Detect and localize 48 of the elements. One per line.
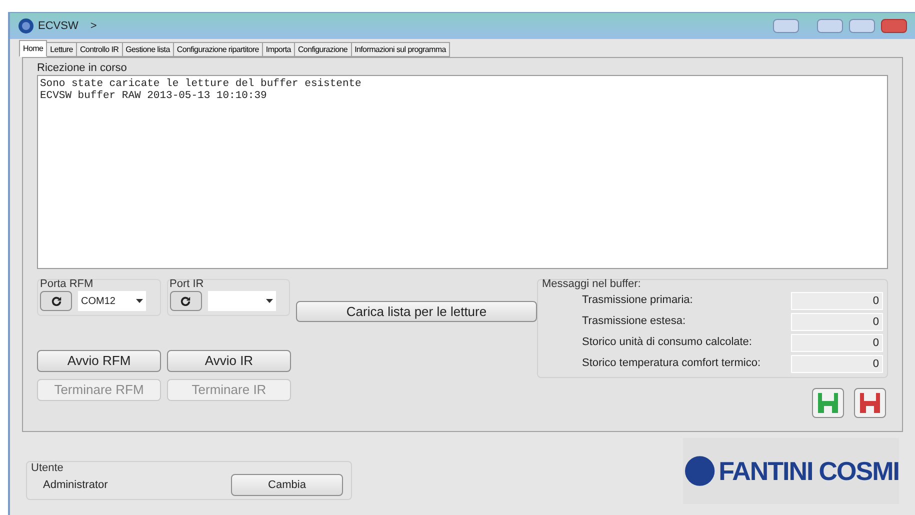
log-line: ECVSW buffer RAW 2013-05-13 10:10:39 — [40, 90, 268, 102]
tab[interactable]: Importa — [262, 42, 295, 57]
dropdown-arrow-icon — [136, 299, 143, 303]
minimize-button[interactable] — [817, 19, 843, 33]
start-button[interactable]: Avvio IR — [167, 350, 291, 372]
buffer-count-field: 0 — [791, 354, 883, 372]
buffer-count-field: 0 — [791, 292, 883, 310]
buffer-count-field: 0 — [791, 312, 883, 330]
buffer-label: Trasmissione primaria: — [582, 293, 693, 308]
tab[interactable]: Informazioni sul programma — [350, 42, 450, 57]
group-label: Messaggi nel buffer: — [542, 278, 642, 290]
buffer-label: Storico unità di consumo calcolate: — [582, 335, 752, 350]
logo-word: FANTINI — [718, 458, 813, 484]
buffer-count-field: 0 — [791, 334, 883, 352]
load-list-button[interactable]: Carica lista per le letture — [296, 301, 537, 322]
breadcrumb-arrow: > — [90, 18, 97, 34]
group-label: Ricezione in corso — [37, 61, 128, 75]
save-button[interactable] — [812, 388, 844, 418]
port-value: COM12 — [81, 294, 116, 308]
tab[interactable]: Controllo IR — [76, 42, 123, 57]
window-title: ECVSW — [38, 18, 78, 34]
user-name: Administrator — [43, 478, 108, 493]
start-button[interactable]: Avvio RFM — [37, 350, 161, 372]
buffer-label: Trasmissione estesa: — [582, 314, 686, 330]
maximize-button[interactable] — [849, 19, 875, 33]
dropdown-arrow-icon — [266, 299, 273, 303]
refresh-button[interactable] — [170, 291, 202, 311]
group-label: Port IR — [170, 278, 205, 291]
close-button[interactable] — [881, 19, 907, 33]
tab[interactable]: Letture — [46, 42, 77, 57]
group-label: Utente — [31, 462, 64, 474]
log-line: Sono state caricate le letture del buffer esistente — [40, 78, 362, 90]
group-label: Porta RFM — [40, 278, 94, 291]
tab[interactable]: Configurazione ripartitore — [172, 42, 263, 57]
tab[interactable]: Home — [19, 40, 48, 57]
tab[interactable]: Gestione lista — [122, 42, 174, 57]
refresh-button[interactable] — [40, 291, 72, 311]
logo-word: COSMI — [818, 458, 899, 484]
tab[interactable]: Configurazione — [294, 42, 352, 57]
log-textarea[interactable]: Sono state caricate le letture del buffer esistente ECVSW buffer RAW 2013-05-13 10:10:39 — [37, 75, 888, 269]
refresh-icon — [180, 296, 192, 306]
refresh-icon — [50, 296, 62, 306]
change-user-button[interactable]: Cambia — [231, 474, 343, 496]
port-dropdown[interactable]: COM12 — [78, 291, 146, 311]
save-button[interactable] — [854, 388, 886, 418]
app-icon — [18, 18, 34, 34]
restore-button[interactable] — [773, 19, 799, 33]
buffer-label: Storico temperatura comfort termico: — [582, 356, 761, 372]
